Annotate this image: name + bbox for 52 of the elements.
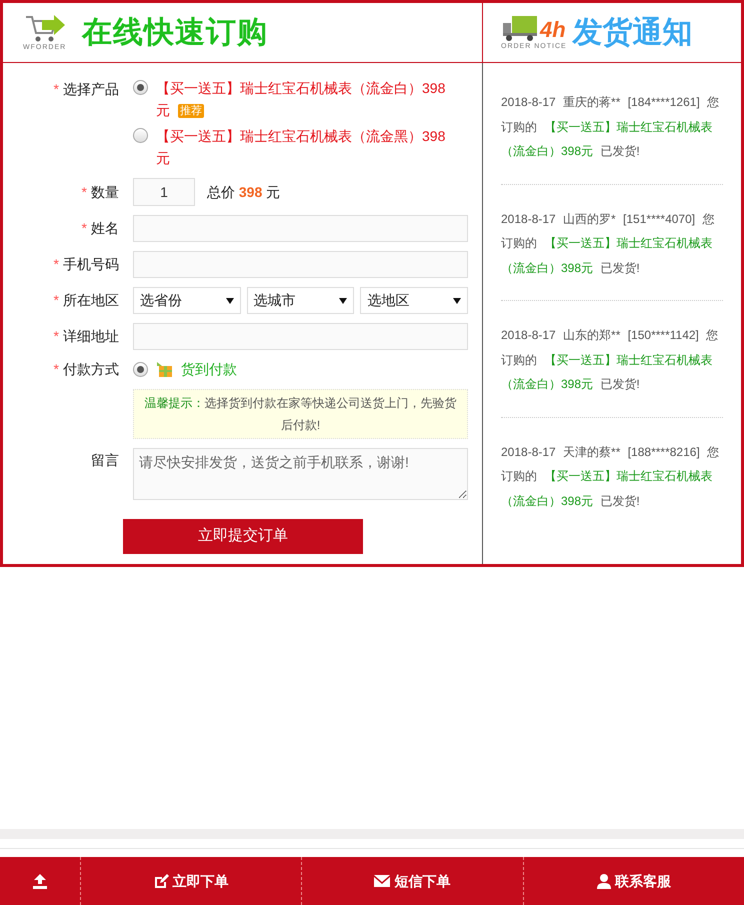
field-label: 手机号码 [63, 255, 119, 274]
truck-icon [502, 15, 538, 41]
caret-icon [453, 298, 462, 304]
product-option[interactable]: 【买一送五】瑞士红宝石机械表（流金黑）398元 [156, 125, 456, 169]
required-mark: * [82, 182, 87, 202]
person-icon [596, 874, 611, 888]
shopping-cart-icon [24, 14, 66, 44]
bar-button[interactable]: 立即下单 [80, 857, 302, 905]
envelope-icon [374, 875, 390, 887]
page-title: 在线快速订购 [82, 18, 268, 48]
region-dropdown[interactable]: 选地区 [360, 287, 468, 314]
region-dropdown[interactable]: 选城市 [246, 287, 354, 314]
radio-button[interactable] [133, 362, 148, 377]
radio-button[interactable] [133, 80, 148, 95]
required-mark: * [54, 291, 59, 310]
total-price: 总价 398 元 [207, 182, 280, 202]
field-label: 付款方式 [63, 360, 119, 379]
gift-icon [156, 362, 173, 377]
field-label: 姓名 [91, 219, 119, 238]
field-label: 所在地区 [63, 291, 119, 310]
field-label: 数量 [91, 182, 119, 202]
required-mark: * [54, 80, 59, 99]
caret-icon [339, 298, 348, 304]
hint-note: 温馨提示：选择货到付款在家等快递公司送货上门，先验货后付款! [133, 389, 468, 439]
required-mark: * [54, 360, 59, 379]
message-field[interactable]: 请尽快安排发货，送货之前手机联系，谢谢! [133, 448, 468, 500]
input-field[interactable] [133, 323, 468, 350]
input-field[interactable] [133, 215, 468, 242]
required-mark: * [54, 255, 59, 274]
section-title: 发货通知 [572, 18, 693, 48]
shipping-notice: 2018-8-17 山西的罗* [151****4070] 您订购的 【买一送五】瑞士红宝石机械表（流金白）398元 已发货! [501, 206, 723, 301]
field-label: 详细地址 [63, 327, 119, 346]
quantity-field[interactable]: 1 [133, 178, 195, 206]
required-mark: * [82, 219, 87, 238]
input-field[interactable] [133, 251, 468, 278]
field-label: 选择产品 [63, 80, 119, 99]
bar-button[interactable]: 联系客服 [522, 857, 744, 905]
shipping-notice: 2018-8-17 山东的郑** [150****1142] 您订购的 【买一送五】瑞士红宝石机械表（流金白）398元 已发货! [501, 323, 723, 418]
region-dropdown[interactable]: 选省份 [133, 287, 241, 314]
submit-button[interactable]: 立即提交订单 [123, 519, 363, 554]
required-mark: * [54, 327, 59, 346]
delivery-time-text: 4h [540, 19, 566, 41]
upload-icon [32, 873, 48, 889]
recommend-badge: 推荐 [178, 104, 204, 118]
bar-button[interactable]: 短信下单 [301, 857, 523, 905]
shipping-notice: 2018-8-17 重庆的蒋** [184****1261] 您订购的 【买一送五】瑞士红宝石机械表（流金白）398元 已发货! [501, 90, 723, 184]
caret-icon [226, 298, 234, 304]
product-option[interactable]: 【买一送五】瑞士红宝石机械表（流金白）398元 推荐 [156, 77, 456, 121]
shipping-notice: 2018-8-17 天津的蔡** [188****8216] 您订购的 【买一送五】瑞士红宝石机械表（流金白）398元 已发货! [501, 444, 720, 510]
edit-icon [154, 874, 169, 888]
field-label: 留言 [91, 451, 119, 470]
radio-button[interactable] [133, 128, 148, 143]
